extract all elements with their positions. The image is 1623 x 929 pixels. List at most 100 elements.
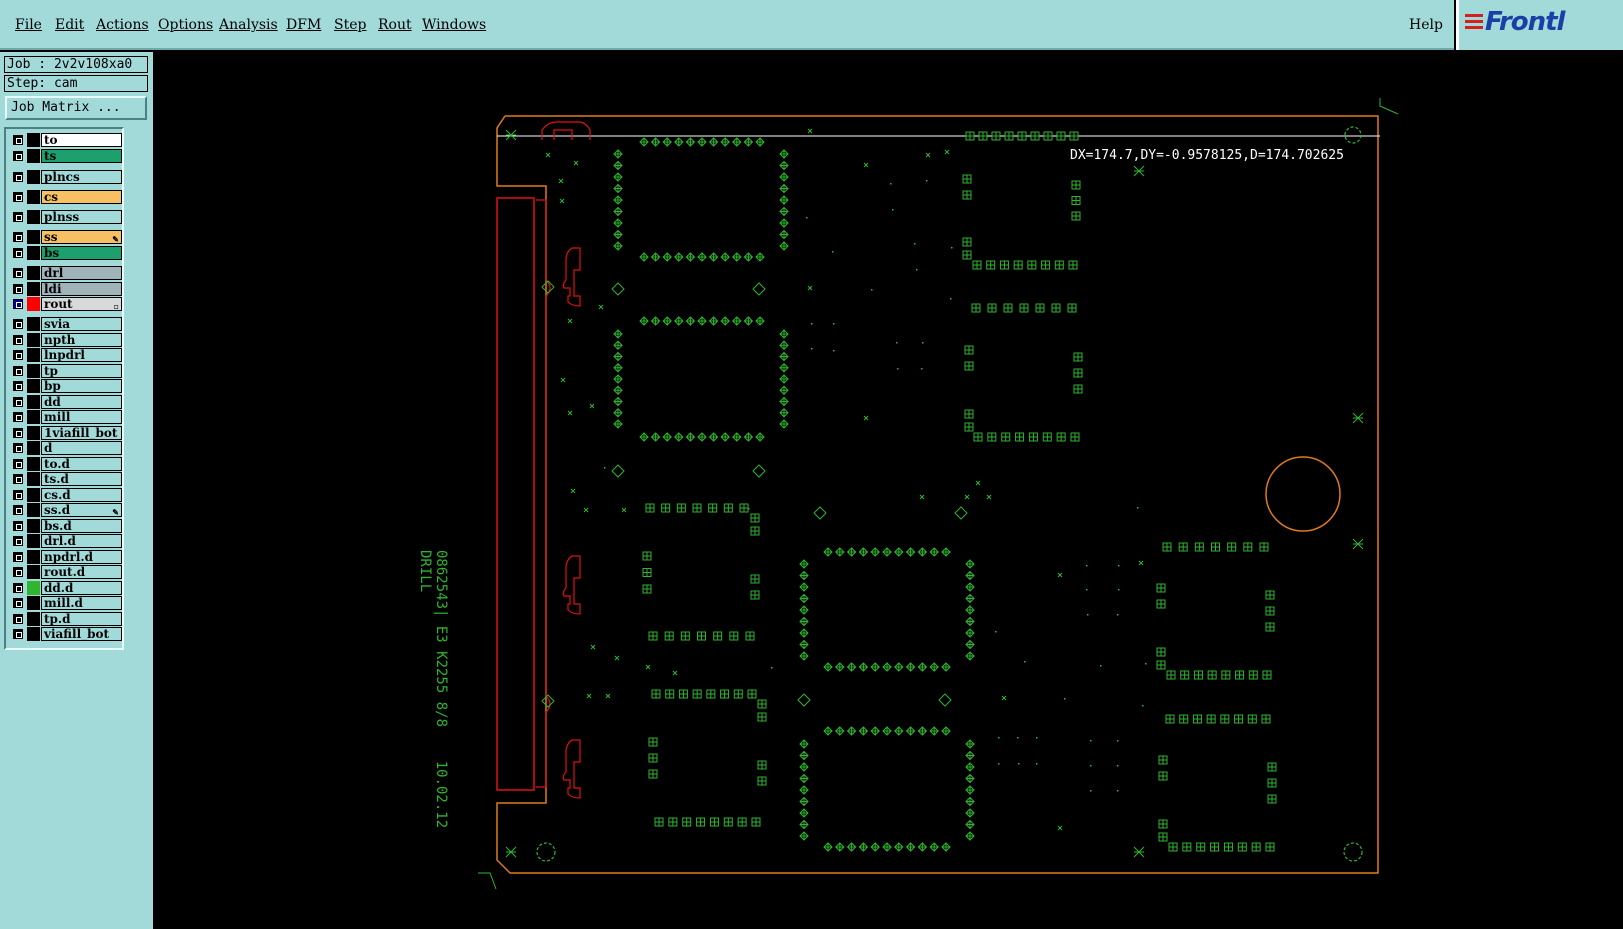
layer-name[interactable]: plncs [41, 170, 122, 184]
layer-row-ss-d[interactable]: ss.d ✎ [10, 503, 122, 517]
layer-color-swatch[interactable] [27, 149, 40, 163]
layer-color-swatch[interactable] [27, 266, 40, 280]
layer-color-swatch[interactable] [27, 627, 40, 641]
layer-checkbox[interactable] [13, 381, 23, 391]
layer-row-plncs[interactable]: plncs [10, 170, 122, 184]
layer-row-to[interactable]: to [10, 133, 122, 147]
layer-checkbox[interactable] [13, 319, 23, 329]
layer-row-bs[interactable]: bs [10, 246, 122, 260]
layer-color-swatch[interactable] [27, 190, 40, 204]
menu-step[interactable]: Step [334, 17, 366, 33]
menu-file[interactable]: File [15, 17, 42, 33]
layer-name[interactable]: cs [41, 190, 122, 204]
layer-color-swatch[interactable] [27, 230, 40, 244]
layer-row-mill-d[interactable]: mill.d [10, 596, 122, 610]
layer-color-swatch[interactable] [27, 472, 40, 486]
layer-name[interactable]: tp.d [41, 612, 122, 626]
layer-row-ts[interactable]: ts [10, 149, 122, 163]
layer-row-cs[interactable]: cs [10, 190, 122, 204]
layer-name[interactable]: bs.d [41, 519, 122, 533]
layer-color-swatch[interactable] [27, 410, 40, 424]
layer-row-tp-d[interactable]: tp.d [10, 612, 122, 626]
layer-color-swatch[interactable] [27, 581, 40, 595]
layer-row-bs-d[interactable]: bs.d [10, 519, 122, 533]
layer-checkbox[interactable] [13, 350, 23, 360]
graphic-canvas[interactable]: DX=174.7,DY=-0.9578125,D=174.702625 0862… [153, 52, 1623, 929]
layer-row-mill[interactable]: mill [10, 410, 122, 424]
layer-row-rout-d[interactable]: rout.d [10, 565, 122, 579]
layer-row-d[interactable]: d [10, 441, 122, 455]
layer-name[interactable]: drl.d [41, 534, 122, 548]
layer-color-swatch[interactable] [27, 519, 40, 533]
layer-checkbox[interactable] [13, 598, 23, 608]
layer-name[interactable]: bp [41, 379, 122, 393]
layer-name[interactable]: ts [41, 149, 122, 163]
layer-color-swatch[interactable] [27, 565, 40, 579]
menu-windows[interactable]: Windows [422, 17, 486, 33]
layer-checkbox[interactable] [13, 505, 23, 515]
layer-row-drl[interactable]: drl [10, 266, 122, 280]
layer-name[interactable]: npth [41, 333, 122, 347]
layer-color-swatch[interactable] [27, 395, 40, 409]
layer-name[interactable]: plnss [41, 210, 122, 224]
menu-help[interactable]: Help [1409, 17, 1443, 33]
menu-actions[interactable]: Actions [96, 17, 149, 33]
layer-checkbox[interactable] [13, 192, 23, 202]
layer-checkbox[interactable] [13, 552, 23, 562]
layer-color-swatch[interactable] [27, 503, 40, 517]
layer-row-ldi[interactable]: ldi [10, 282, 122, 296]
layer-row-dd[interactable]: dd [10, 395, 122, 409]
layer-row-drl-d[interactable]: drl.d [10, 534, 122, 548]
layer-row-ts-d[interactable]: ts.d [10, 472, 122, 486]
layer-name[interactable]: viafill_bot [41, 627, 122, 641]
layer-color-swatch[interactable] [27, 348, 40, 362]
layer-checkbox[interactable] [13, 614, 23, 624]
layer-row-npdrl-d[interactable]: npdrl.d [10, 550, 122, 564]
layer-checkbox[interactable] [13, 459, 23, 469]
layer-checkbox[interactable] [13, 268, 23, 278]
layer-row-cs-d[interactable]: cs.d [10, 488, 122, 502]
layer-name[interactable]: to.d [41, 457, 122, 471]
layer-color-swatch[interactable] [27, 210, 40, 224]
layer-color-swatch[interactable] [27, 317, 40, 331]
layer-checkbox[interactable] [13, 366, 23, 376]
layer-checkbox[interactable] [13, 299, 23, 309]
layer-row-1viafill-bot[interactable]: 1viafill_bot [10, 426, 122, 440]
layer-color-swatch[interactable] [27, 170, 40, 184]
layer-color-swatch[interactable] [27, 133, 40, 147]
layer-color-swatch[interactable] [27, 379, 40, 393]
layer-color-swatch[interactable] [27, 297, 40, 311]
layer-name[interactable]: dd [41, 395, 122, 409]
layer-row-ss[interactable]: ss ✎ [10, 230, 122, 244]
layer-name[interactable]: bs [41, 246, 122, 260]
layer-row-bp[interactable]: bp [10, 379, 122, 393]
layer-row-lnpdrl[interactable]: lnpdrl [10, 348, 122, 362]
layer-name[interactable]: mill.d [41, 596, 122, 610]
layer-name[interactable]: drl [41, 266, 122, 280]
layer-checkbox[interactable] [13, 212, 23, 222]
menu-options[interactable]: Options [158, 17, 213, 33]
layer-checkbox[interactable] [13, 490, 23, 500]
layer-row-dd-d[interactable]: dd.d [10, 581, 122, 595]
layer-color-swatch[interactable] [27, 596, 40, 610]
layer-row-svia[interactable]: svia [10, 317, 122, 331]
layer-checkbox[interactable] [13, 521, 23, 531]
layer-checkbox[interactable] [13, 135, 23, 145]
layer-color-swatch[interactable] [27, 333, 40, 347]
layer-name[interactable]: ss ✎ [41, 230, 122, 244]
menu-analysis[interactable]: Analysis [219, 17, 278, 33]
layer-color-swatch[interactable] [27, 534, 40, 548]
layer-checkbox[interactable] [13, 629, 23, 639]
layer-checkbox[interactable] [13, 248, 23, 258]
layer-checkbox[interactable] [13, 567, 23, 577]
layer-name[interactable]: ts.d [41, 472, 122, 486]
layer-color-swatch[interactable] [27, 488, 40, 502]
layer-checkbox[interactable] [13, 284, 23, 294]
layer-name[interactable]: dd.d [41, 581, 122, 595]
layer-name[interactable]: cs.d [41, 488, 122, 502]
layer-name[interactable]: rout.d [41, 565, 122, 579]
layer-name[interactable]: ss.d ✎ [41, 503, 122, 517]
layer-name[interactable]: lnpdrl [41, 348, 122, 362]
layer-row-to-d[interactable]: to.d [10, 457, 122, 471]
layer-name[interactable]: tp [41, 364, 122, 378]
